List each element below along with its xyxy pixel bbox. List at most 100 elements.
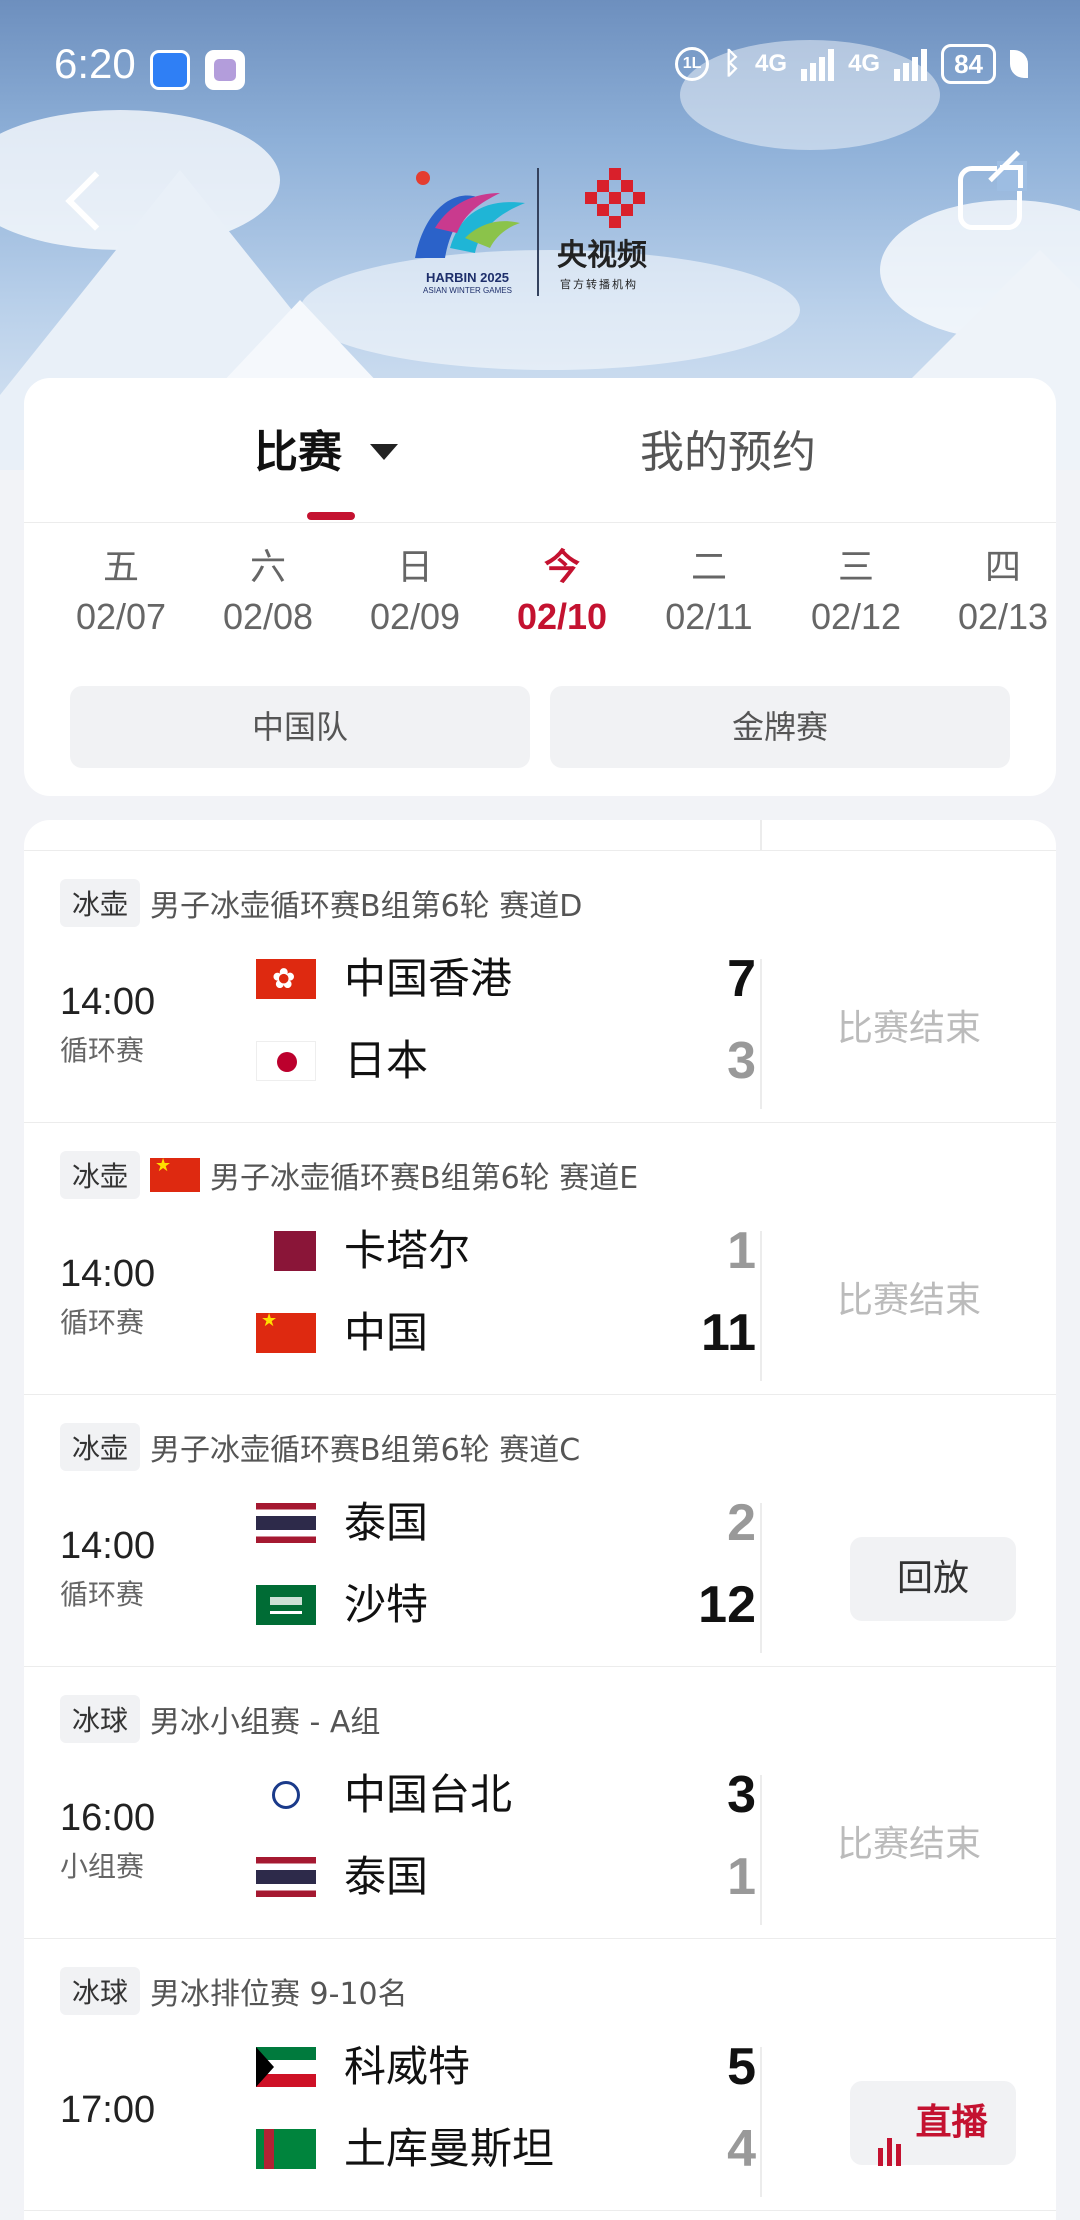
match-stage: 循环赛: [60, 1306, 145, 1339]
filter-china-team-button[interactable]: 中国队: [70, 686, 530, 768]
match-stage: 小组赛: [60, 1850, 145, 1883]
date-weekday: 今: [543, 547, 580, 588]
team-row: 中国台北 3: [256, 1765, 756, 1825]
tab-my-reservations[interactable]: 我的预约: [640, 416, 816, 480]
match-header: 冰球 男冰排位赛 9-10名: [60, 1967, 408, 2015]
network-label: 4G: [848, 50, 881, 77]
power-saving-icon: [1010, 50, 1028, 78]
date-weekday: 三: [837, 547, 874, 588]
event-title: 男冰小组赛 - A组: [150, 1705, 381, 1740]
date-number: 02/08: [222, 596, 314, 637]
date-item[interactable]: 日 02/09: [350, 528, 480, 638]
china-flag-icon: [150, 1155, 201, 1192]
harbin-logo-title: HARBIN 2025: [425, 270, 510, 285]
match-time: 14:00: [60, 981, 156, 1023]
team-score: 1: [727, 1848, 756, 1906]
date-item[interactable]: 二 02/11: [644, 528, 774, 638]
team-row: 沙特 12: [256, 1575, 756, 1635]
match-status: 比赛结束: [836, 1280, 981, 1321]
match-header: 冰球 男冰小组赛 - A组: [60, 1695, 380, 1743]
match-status: 比赛结束: [836, 1824, 981, 1865]
logo-divider: [537, 168, 539, 296]
date-item-today[interactable]: 今 02/10: [497, 528, 627, 638]
date-item[interactable]: 四 02/13: [938, 528, 1056, 638]
chinese-taipei-flag-icon: [256, 1775, 316, 1815]
schedule-filter-card: 比赛 我的预约 五 02/07 六 02/08 日 02/09 今 02/10 …: [24, 378, 1056, 796]
event-title: 男子冰壶循环赛B组第6轮 赛道D: [150, 889, 583, 924]
tab-bar: 比赛 我的预约: [24, 378, 1056, 523]
divider: [760, 820, 762, 850]
team-name: 沙特: [344, 1580, 429, 1629]
japan-flag-icon: [256, 1041, 316, 1081]
event-logo: HARBIN 2025 ASIAN WINTER GAMES 央视频 官方转播机…: [405, 168, 665, 298]
china-flag-icon: [256, 1313, 316, 1353]
team-row: 中国香港 7: [256, 949, 756, 1009]
chevron-down-icon[interactable]: [370, 444, 398, 460]
active-tab-indicator: [307, 512, 355, 520]
team-row: 中国 11: [256, 1303, 756, 1363]
date-number: 02/12: [810, 596, 902, 637]
team-row: 泰国 1: [256, 1847, 756, 1907]
live-button[interactable]: 直播: [850, 2081, 1016, 2166]
sport-tag: 冰球: [60, 1695, 141, 1743]
match-time: 14:00: [60, 1253, 156, 1295]
match-list: 冰壶 男子冰壶循环赛B组第6轮 赛道D 14:00 循环赛 中国香港 7 日本 …: [24, 820, 1056, 2220]
harbin-logo-subtitle: ASIAN WINTER GAMES: [423, 286, 512, 295]
team-row: 泰国 2: [256, 1493, 756, 1553]
event-title: 男冰排位赛 9-10名: [150, 1977, 408, 2012]
harbin-2025-logo-icon: [415, 171, 525, 258]
replay-button[interactable]: 回放: [850, 1537, 1016, 1621]
team-name: 中国: [344, 1308, 429, 1357]
match-row[interactable]: 冰壶 男子冰壶循环赛B组第6轮 赛道D 14:00 循环赛 中国香港 7 日本 …: [24, 851, 1056, 1123]
team-score: 1: [727, 1222, 756, 1280]
divider: [760, 959, 762, 1109]
date-item[interactable]: 三 02/12: [791, 528, 921, 638]
match-stage: 循环赛: [60, 1578, 145, 1611]
team-score: 3: [727, 1766, 756, 1824]
match-header: 冰壶 男子冰壶循环赛B组第6轮 赛道C: [60, 1423, 580, 1471]
filter-gold-medal-button[interactable]: 金牌赛: [550, 686, 1010, 768]
divider: [760, 1231, 762, 1381]
hk-flag-icon: [256, 959, 316, 999]
status-indicators: 1L ᛒ 4G 4G 84: [675, 44, 1028, 84]
date-weekday: 六: [249, 547, 286, 588]
team-row: 土库曼斯坦 4: [256, 2119, 756, 2179]
match-row[interactable]: 冰球 男冰排位赛 9-10名 17:00 科威特 5 土库曼斯坦 4 直播: [24, 1939, 1056, 2211]
date-weekday: 四: [984, 547, 1021, 588]
date-item[interactable]: 五 02/07: [56, 528, 186, 638]
match-row[interactable]: 冰壶 男子冰壶循环赛B组第6轮 赛道C 14:00 循环赛 泰国 2 沙特 12…: [24, 1395, 1056, 1667]
team-name: 日本: [344, 1036, 429, 1085]
team-score: 11: [701, 1304, 756, 1362]
match-header: 冰壶 男子冰壶循环赛B组第6轮 赛道D: [60, 879, 582, 927]
match-row[interactable]: 冰壶 男子冰壶循环赛B组第6轮 赛道E 14:00 循环赛 卡塔尔 1 中国 1…: [24, 1123, 1056, 1395]
cctv-video-logo-icon: [585, 168, 645, 228]
date-selector: 五 02/07 六 02/08 日 02/09 今 02/10 二 02/11 …: [24, 528, 1056, 668]
date-weekday: 二: [690, 547, 727, 588]
live-label: 直播: [915, 2102, 988, 2143]
match-header: 冰壶 男子冰壶循环赛B组第6轮 赛道E: [60, 1151, 638, 1199]
cctv-video-logo-subtitle: 官方转播机构: [560, 278, 638, 291]
team-name: 中国台北: [344, 1770, 513, 1819]
date-weekday: 日: [396, 547, 433, 588]
date-number: 02/09: [369, 596, 461, 637]
kuwait-flag-icon: [256, 2047, 316, 2087]
network-label: 4G: [755, 50, 788, 77]
team-score: 12: [698, 1576, 756, 1634]
date-number: 02/13: [957, 596, 1049, 637]
turkmenistan-flag-icon: [256, 2129, 316, 2169]
sport-tag: 冰壶: [60, 879, 141, 927]
back-button[interactable]: [56, 160, 116, 240]
team-row: 日本 3: [256, 1031, 756, 1091]
divider: [760, 1775, 762, 1925]
signal-icon: [894, 47, 928, 81]
match-stage: 循环赛: [60, 1034, 145, 1067]
match-row[interactable]: 冰球 男冰小组赛 - A组 16:00 小组赛 中国台北 3 泰国 1 比赛结束: [24, 1667, 1056, 1939]
date-item[interactable]: 六 02/08: [203, 528, 333, 638]
match-time: 17:00: [60, 2089, 156, 2131]
team-name: 泰国: [344, 1498, 429, 1547]
team-score: 7: [727, 950, 756, 1008]
tab-matches[interactable]: 比赛: [254, 416, 342, 480]
status-time: 6:20: [54, 40, 136, 87]
app-notification-icon: [150, 50, 190, 90]
event-title: 男子冰壶循环赛B组第6轮 赛道C: [150, 1433, 581, 1468]
